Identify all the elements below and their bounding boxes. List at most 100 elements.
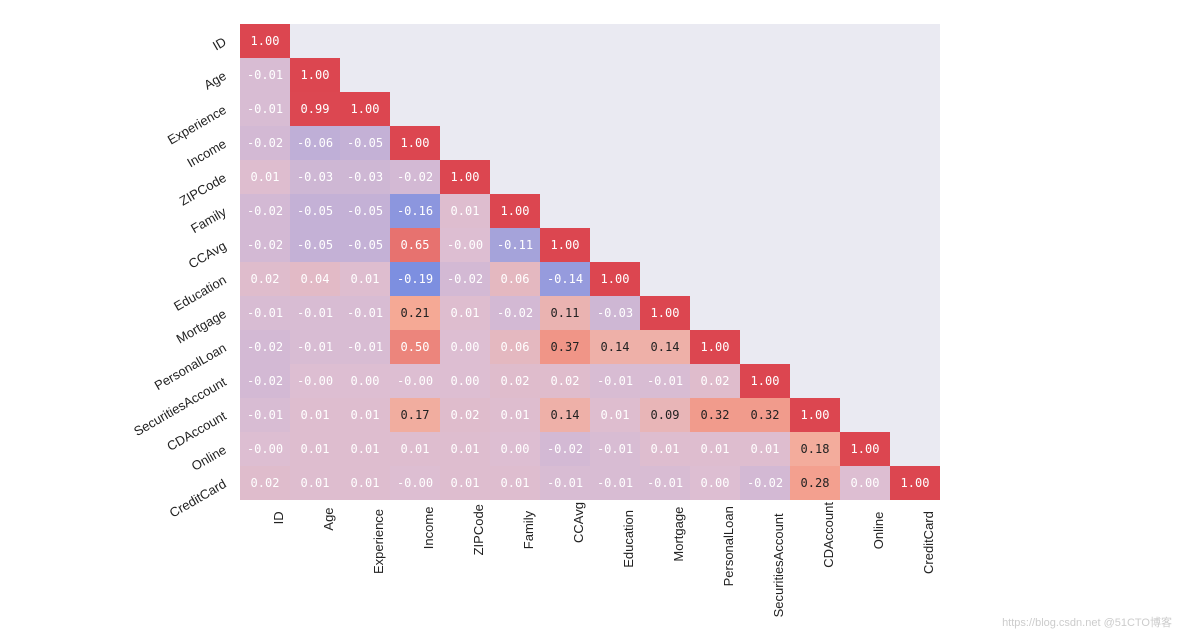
heatmap-cell: 1.00	[640, 296, 690, 330]
heatmap-cell	[290, 24, 340, 58]
heatmap-cell	[390, 92, 440, 126]
heatmap-cell	[790, 262, 840, 296]
heatmap-cell: 0.02	[440, 398, 490, 432]
correlation-heatmap: 1.00-0.011.00-0.010.991.00-0.02-0.06-0.0…	[240, 24, 980, 500]
heatmap-cell	[640, 228, 690, 262]
heatmap-cell	[690, 296, 740, 330]
heatmap-cell: 0.65	[390, 228, 440, 262]
heatmap-cell: -0.01	[590, 466, 640, 500]
heatmap-cell: -0.05	[340, 194, 390, 228]
heatmap-cell	[390, 58, 440, 92]
heatmap-cell	[790, 228, 840, 262]
heatmap-cell: -0.02	[540, 432, 590, 466]
heatmap-cell	[790, 92, 840, 126]
heatmap-cell	[740, 330, 790, 364]
heatmap-cell	[840, 194, 890, 228]
x-tick-label: CreditCard	[921, 511, 936, 574]
heatmap-cell: -0.03	[340, 160, 390, 194]
heatmap-cell	[640, 262, 690, 296]
heatmap-cell	[490, 92, 540, 126]
heatmap-cell: 0.01	[490, 398, 540, 432]
heatmap-cell: -0.01	[240, 58, 290, 92]
heatmap-cell: -0.02	[490, 296, 540, 330]
heatmap-cell	[440, 92, 490, 126]
heatmap-cell: 0.01	[440, 466, 490, 500]
heatmap-cell	[840, 160, 890, 194]
heatmap-cell: 0.14	[640, 330, 690, 364]
heatmap-cell: 1.00	[790, 398, 840, 432]
heatmap-cell	[790, 58, 840, 92]
heatmap-cell: -0.01	[640, 466, 690, 500]
heatmap-cell: -0.05	[290, 228, 340, 262]
heatmap-cell: -0.01	[590, 364, 640, 398]
heatmap-cell: 1.00	[840, 432, 890, 466]
heatmap-cell	[790, 364, 840, 398]
heatmap-cell	[840, 126, 890, 160]
x-tick-label: CDAccount	[821, 502, 836, 568]
heatmap-cell	[540, 58, 590, 92]
heatmap-cell	[790, 160, 840, 194]
x-tick-label: ID	[271, 511, 286, 524]
heatmap-cell	[590, 126, 640, 160]
heatmap-cell	[890, 160, 940, 194]
heatmap-cell	[590, 92, 640, 126]
x-tick-label: Education	[621, 510, 636, 568]
heatmap-cell	[690, 92, 740, 126]
heatmap-cell	[740, 296, 790, 330]
heatmap-cell	[640, 126, 690, 160]
heatmap-cell: 0.02	[540, 364, 590, 398]
heatmap-cell: 0.01	[440, 432, 490, 466]
heatmap-cell: -0.03	[290, 160, 340, 194]
heatmap-cell	[590, 24, 640, 58]
heatmap-cell: 0.99	[290, 92, 340, 126]
heatmap-cell	[690, 126, 740, 160]
x-tick-label: SecuritiesAccount	[771, 513, 786, 617]
heatmap-cell	[840, 92, 890, 126]
heatmap-cell: 1.00	[490, 194, 540, 228]
heatmap-cell	[840, 58, 890, 92]
heatmap-cell	[540, 24, 590, 58]
heatmap-cell: 0.01	[290, 466, 340, 500]
heatmap-cell	[740, 228, 790, 262]
heatmap-cell: -0.02	[440, 262, 490, 296]
heatmap-cell: 1.00	[590, 262, 640, 296]
heatmap-cell: 1.00	[540, 228, 590, 262]
heatmap-cell	[790, 296, 840, 330]
heatmap-cell: 1.00	[690, 330, 740, 364]
heatmap-cell	[640, 160, 690, 194]
heatmap-cell: 0.02	[490, 364, 540, 398]
heatmap-cell	[440, 126, 490, 160]
heatmap-cell	[890, 194, 940, 228]
heatmap-cell: -0.00	[440, 228, 490, 262]
heatmap-cell	[690, 228, 740, 262]
heatmap-cell	[890, 92, 940, 126]
heatmap-cell: -0.01	[290, 296, 340, 330]
heatmap-cell	[740, 58, 790, 92]
heatmap-cell: -0.01	[240, 296, 290, 330]
heatmap-cell: 1.00	[440, 160, 490, 194]
heatmap-cell	[590, 194, 640, 228]
heatmap-cell	[540, 160, 590, 194]
heatmap-cell	[690, 160, 740, 194]
heatmap-cell: 1.00	[340, 92, 390, 126]
heatmap-cell	[740, 126, 790, 160]
heatmap-cell	[640, 24, 690, 58]
heatmap-cell: 0.01	[340, 398, 390, 432]
heatmap-cell: -0.01	[640, 364, 690, 398]
heatmap-cell: -0.01	[340, 330, 390, 364]
heatmap-cell: 0.01	[440, 194, 490, 228]
heatmap-cell: -0.02	[390, 160, 440, 194]
heatmap-cell	[890, 228, 940, 262]
heatmap-cell: 0.01	[340, 466, 390, 500]
x-tick-label: CCAvg	[571, 502, 586, 543]
heatmap-cell	[640, 92, 690, 126]
heatmap-cell	[890, 432, 940, 466]
heatmap-cell	[690, 194, 740, 228]
heatmap-cell	[740, 92, 790, 126]
heatmap-cell: -0.01	[340, 296, 390, 330]
heatmap-cell: 0.01	[390, 432, 440, 466]
heatmap-cell: 1.00	[240, 24, 290, 58]
heatmap-cell	[490, 160, 540, 194]
heatmap-cell	[890, 24, 940, 58]
heatmap-cell: 0.01	[290, 432, 340, 466]
